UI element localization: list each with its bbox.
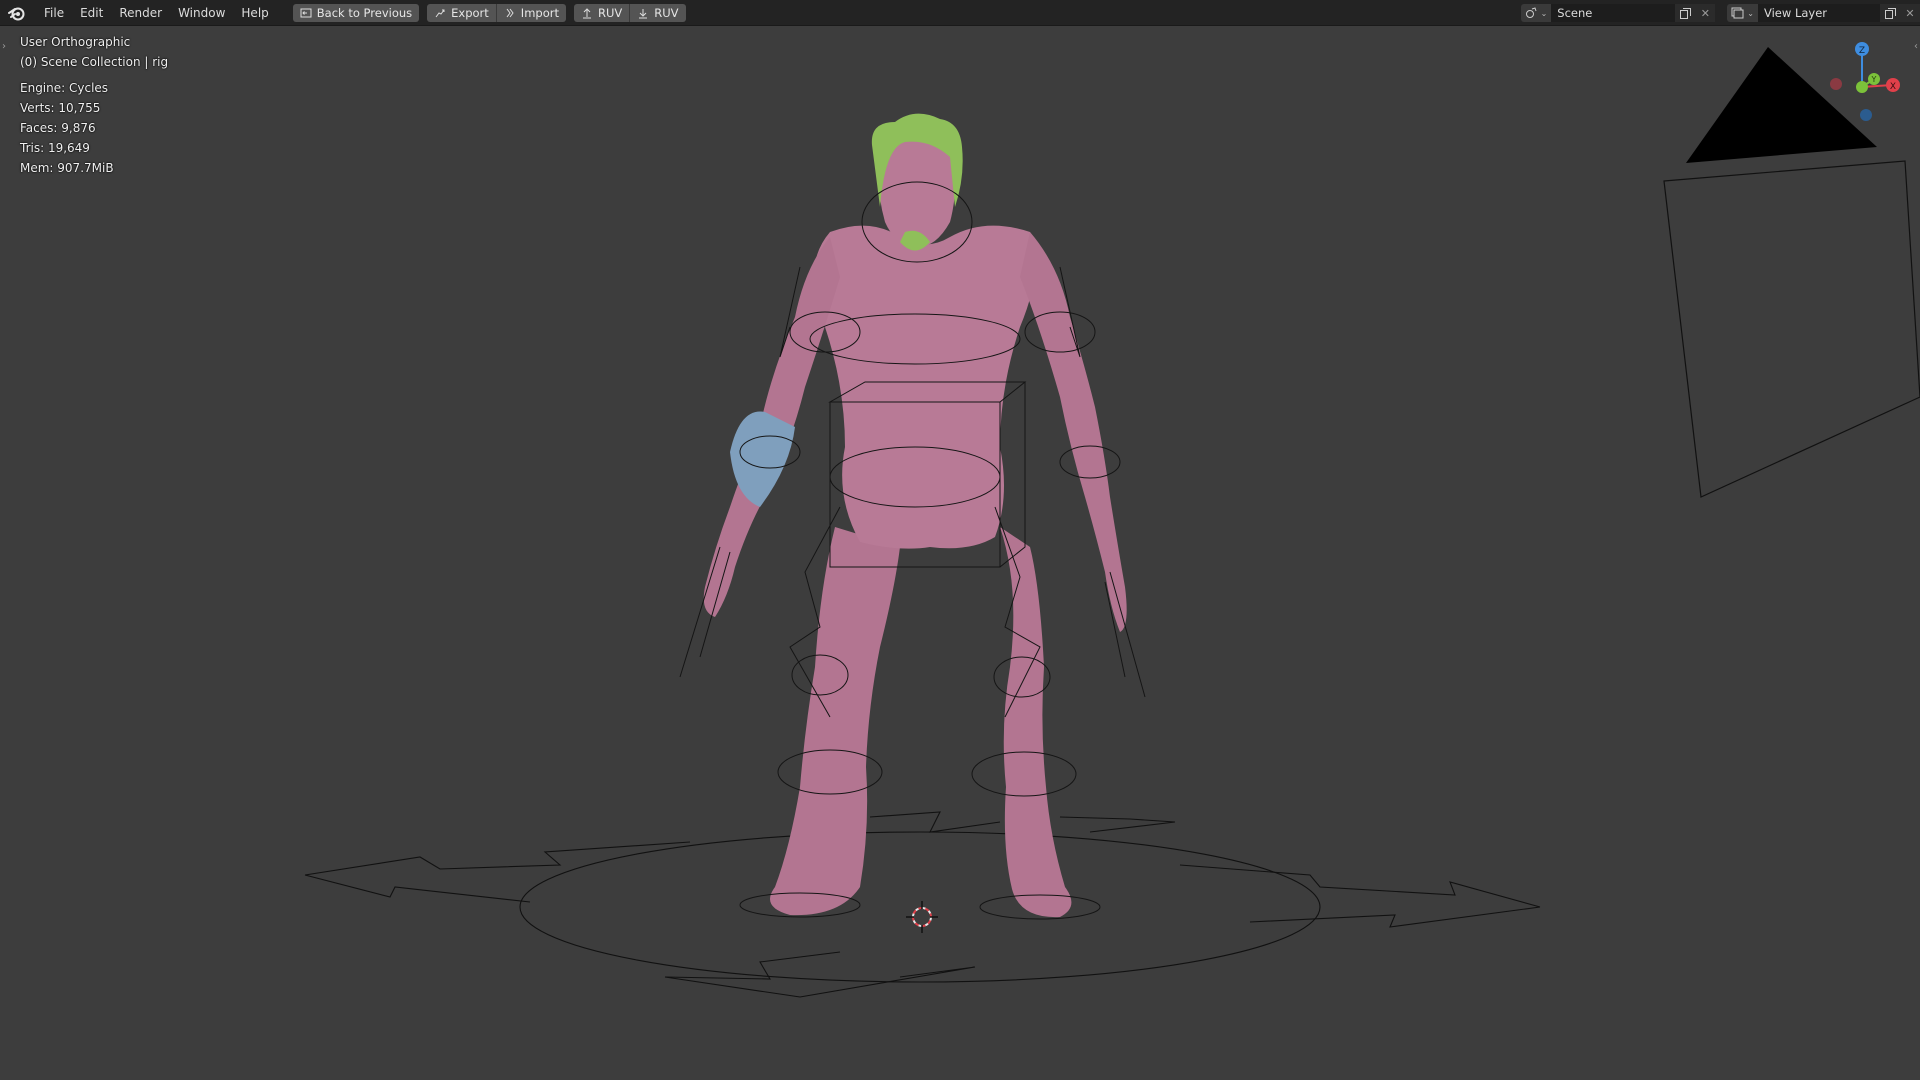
left-toolbar-toggle-icon[interactable]: ›	[2, 41, 6, 52]
stat-verts: Verts: 10,755	[20, 101, 101, 115]
gizmo-neg-z[interactable]	[1860, 109, 1872, 121]
right-sidebar-toggle-icon[interactable]: ‹	[1914, 41, 1918, 52]
stat-tris: Tris: 19,649	[20, 141, 90, 155]
copy-icon	[1884, 7, 1896, 19]
character-mesh[interactable]	[703, 113, 1127, 918]
scene-delete-button[interactable]: ✕	[1695, 4, 1716, 22]
ruv-upload-label: RUV	[597, 5, 623, 20]
back-icon	[300, 8, 312, 17]
download-icon	[639, 8, 648, 18]
menu-window[interactable]: Window	[170, 3, 233, 23]
stat-faces: Faces: 9,876	[20, 121, 96, 135]
view-layer-icon	[1731, 7, 1744, 19]
view-layer-browse-button[interactable]: ⌄	[1727, 4, 1758, 22]
scene-icon	[1525, 7, 1537, 18]
gizmo-y-label: Y	[1871, 75, 1877, 84]
export-button[interactable]: Export	[427, 3, 497, 22]
scene-selector: ⌄ Scene ✕	[1520, 4, 1716, 22]
import-button[interactable]: Import	[496, 3, 566, 22]
import-label: Import	[520, 5, 559, 20]
export-icon	[435, 9, 445, 17]
gizmo-neg-x[interactable]	[1830, 78, 1842, 90]
view-layer-delete-button[interactable]: ✕	[1900, 4, 1920, 22]
view-layer-new-button[interactable]	[1880, 4, 1900, 22]
chevron-down-icon: ⌄	[1540, 8, 1548, 18]
3d-cursor-icon[interactable]	[906, 901, 938, 933]
scene-new-button[interactable]	[1675, 4, 1696, 22]
3d-viewport[interactable]: User Orthographic (0) Scene Collection |…	[0, 27, 1920, 1080]
top-bar: File Edit Render Window Help Back to Pre…	[0, 0, 1920, 26]
upload-icon	[582, 7, 591, 18]
menu-render[interactable]: Render	[111, 3, 170, 23]
close-icon: ✕	[1905, 6, 1915, 20]
ruv-download-label: RUV	[654, 5, 679, 20]
scene-browse-button[interactable]: ⌄	[1520, 4, 1552, 22]
gizmo-neg-y[interactable]	[1856, 81, 1868, 93]
stat-mem: Mem: 907.7MiB	[20, 161, 114, 175]
menu-edit[interactable]: Edit	[72, 3, 111, 23]
export-label: Export	[451, 5, 489, 20]
menu-file[interactable]: File	[36, 3, 72, 23]
ruv-upload-button[interactable]: RUV	[573, 3, 631, 22]
view-name: User Orthographic	[20, 35, 131, 49]
collection-label: (0) Scene Collection | rig	[20, 55, 169, 69]
gizmo-x-label: X	[1890, 82, 1896, 92]
back-to-previous-button[interactable]: Back to Previous	[292, 3, 420, 22]
viewport-scene[interactable]	[0, 27, 1920, 1080]
back-to-previous-label: Back to Previous	[316, 5, 413, 20]
import-icon	[506, 8, 514, 17]
gizmo-z-label: Z	[1859, 46, 1865, 56]
close-icon: ✕	[1700, 6, 1710, 20]
ruv-download-button[interactable]: RUV	[630, 3, 686, 22]
stat-engine: Engine: Cycles	[20, 81, 109, 95]
menu-help[interactable]: Help	[233, 3, 276, 23]
view-layer-selector: ⌄ View Layer ✕	[1727, 4, 1920, 22]
blender-logo-icon[interactable]	[8, 4, 26, 22]
scene-name-field[interactable]: Scene	[1551, 4, 1676, 22]
view-layer-name-field[interactable]: View Layer	[1758, 4, 1880, 22]
chevron-down-icon: ⌄	[1747, 8, 1754, 18]
navigation-gizmo[interactable]: Z Y X	[1814, 35, 1910, 131]
copy-icon	[1679, 7, 1691, 19]
